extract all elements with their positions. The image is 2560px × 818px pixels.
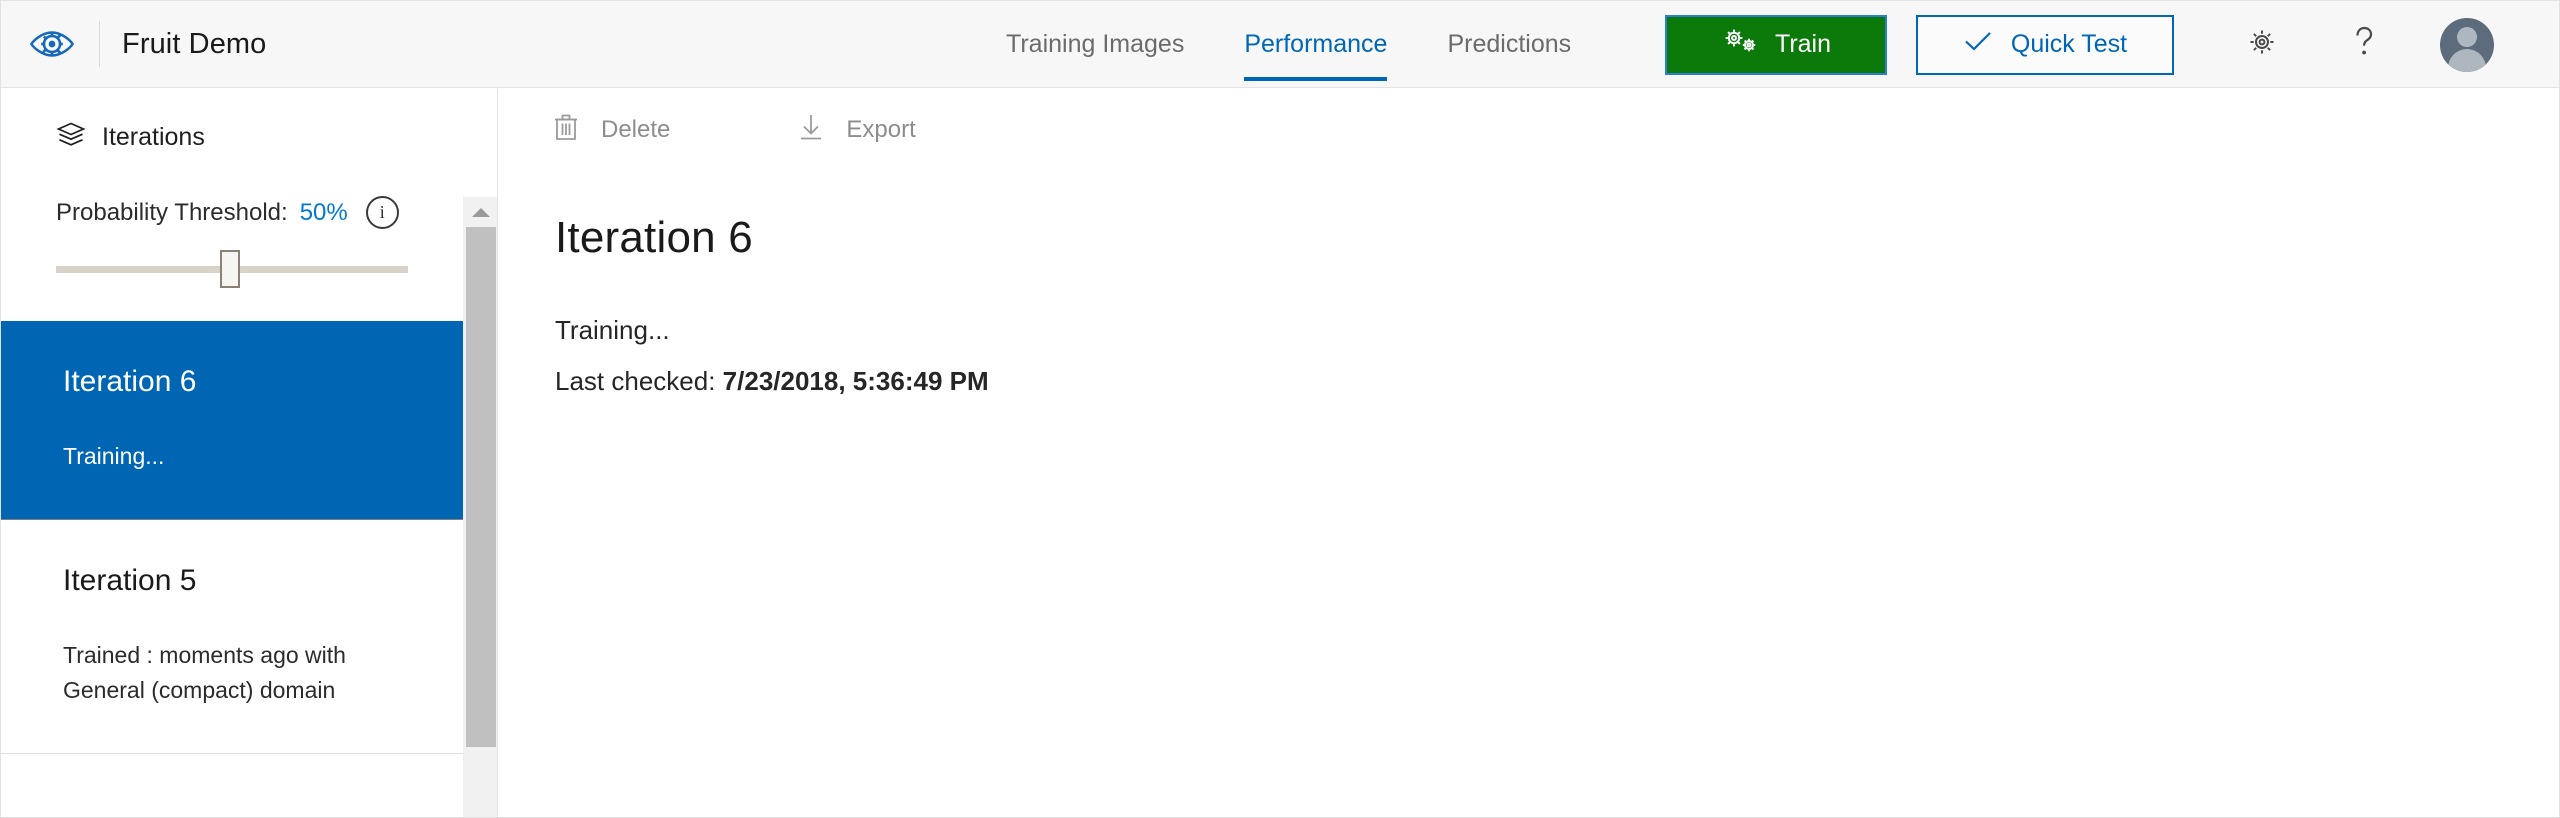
last-checked-label: Last checked:	[555, 366, 716, 396]
layers-icon	[56, 121, 86, 154]
main-content: Delete Export Iteration 6 Training... La…	[499, 89, 2559, 817]
slider-thumb[interactable]	[220, 250, 240, 288]
probability-threshold-block: Probability Threshold: 50% i	[1, 154, 497, 288]
iteration-card-status: Trained : moments ago with General (comp…	[63, 641, 346, 704]
last-checked-row: Last checked: 7/23/2018, 5:36:49 PM	[555, 366, 2559, 397]
iteration-card-6[interactable]: Iteration 6 Training...	[1, 321, 463, 520]
iteration-card-title: Iteration 5	[63, 563, 197, 597]
iterations-header-label: Iterations	[102, 123, 205, 151]
export-button[interactable]: Export	[784, 112, 943, 149]
page-title: Iteration 6	[555, 213, 753, 262]
gear-icon	[2244, 24, 2280, 65]
info-icon[interactable]: i	[365, 196, 399, 229]
iteration-card-title: Iteration 6	[63, 365, 197, 398]
check-icon	[1963, 29, 1993, 60]
delete-button[interactable]: Delete	[539, 112, 698, 149]
probability-threshold-row: Probability Threshold: 50% i	[56, 196, 497, 229]
settings-button[interactable]	[2230, 13, 2294, 77]
nav-tab-training-images[interactable]: Training Images	[976, 1, 1214, 88]
sidebar-scrollbar[interactable]	[463, 197, 497, 817]
quick-test-button[interactable]: Quick Test	[1916, 14, 2174, 75]
iterations-list: Iteration 6 Training... Iteration 5 Trai…	[1, 321, 463, 817]
probability-threshold-label: Probability Threshold:	[56, 198, 288, 226]
nav-tab-performance[interactable]: Performance	[1214, 1, 1417, 88]
download-icon	[798, 112, 824, 149]
trash-icon	[553, 112, 579, 149]
avatar-head	[2457, 26, 2477, 47]
probability-threshold-slider[interactable]	[56, 250, 408, 288]
brand: Fruit Demo	[1, 1, 286, 87]
question-mark-icon	[2349, 23, 2379, 66]
content-toolbar: Delete Export	[499, 89, 2559, 171]
quick-test-button-label: Quick Test	[2010, 30, 2128, 58]
train-button[interactable]: Train	[1665, 14, 1887, 75]
brand-divider	[99, 21, 100, 67]
user-avatar-icon[interactable]	[2440, 17, 2494, 72]
iterations-header: Iterations	[1, 89, 497, 154]
iteration-detail: Iteration 6 Training... Last checked: 7/…	[499, 171, 2559, 397]
app-title: Fruit Demo	[122, 27, 267, 60]
main-nav: Training Images Performance Predictions	[976, 1, 1601, 88]
iterations-sidebar: Iterations Probability Threshold: 50% i …	[1, 89, 498, 817]
chevron-up-icon	[472, 207, 490, 217]
nav-tab-predictions[interactable]: Predictions	[1417, 1, 1601, 88]
iteration-status: Training...	[555, 315, 670, 345]
export-button-label: Export	[846, 116, 916, 143]
scroll-up-button[interactable]	[464, 197, 497, 227]
gears-icon	[1721, 26, 1759, 63]
avatar-body	[2448, 48, 2486, 72]
iteration-card-5[interactable]: Iteration 5 Trained : moments ago with G…	[1, 519, 463, 754]
iteration-card-status: Training...	[63, 443, 165, 469]
train-button-label: Train	[1774, 30, 1832, 58]
probability-threshold-value: 50%	[299, 198, 348, 226]
app-header: Fruit Demo Training Images Performance P…	[1, 1, 2559, 88]
help-button[interactable]	[2332, 13, 2396, 77]
app-window: Fruit Demo Training Images Performance P…	[0, 0, 2560, 818]
last-checked-value: 7/23/2018, 5:36:49 PM	[722, 366, 989, 396]
header-actions: Train Quick Test	[1665, 1, 2494, 88]
custom-vision-eye-icon	[29, 21, 75, 67]
user-avatar[interactable]	[2440, 17, 2494, 72]
delete-button-label: Delete	[601, 116, 671, 143]
scrollbar-thumb[interactable]	[466, 227, 496, 747]
